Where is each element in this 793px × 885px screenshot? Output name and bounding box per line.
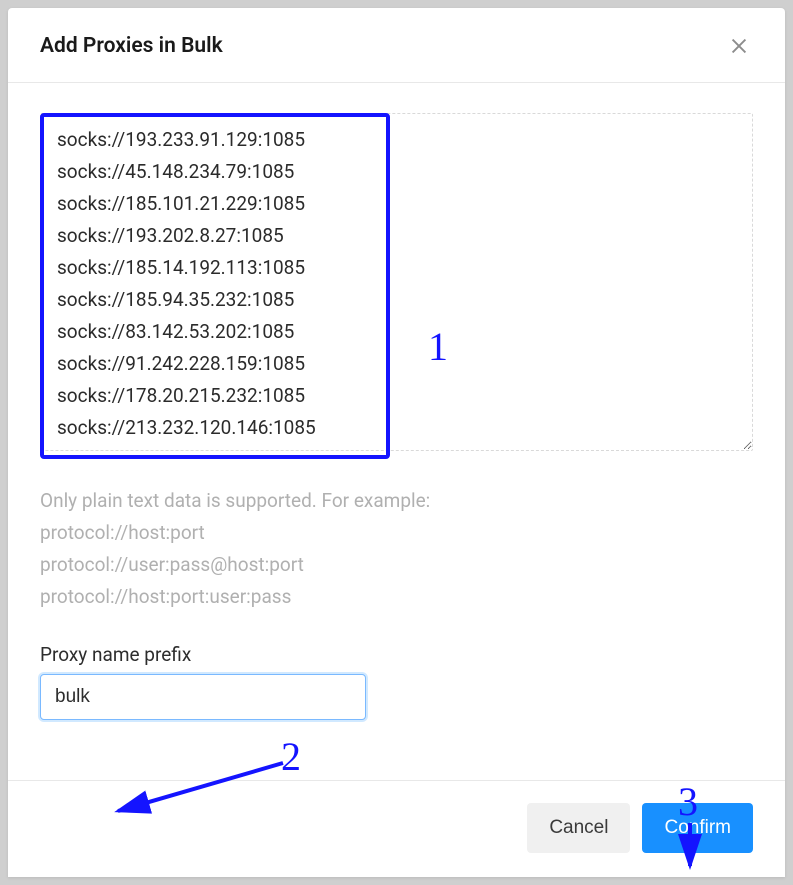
help-line: protocol://user:pass@host:port xyxy=(40,549,753,581)
close-button[interactable] xyxy=(725,32,753,60)
prefix-section: Proxy name prefix xyxy=(40,643,753,720)
modal-body: Only plain text data is supported. For e… xyxy=(8,83,785,780)
proxy-list-textarea[interactable] xyxy=(40,113,753,451)
help-line: protocol://host:port:user:pass xyxy=(40,581,753,613)
modal-footer: Cancel Confirm xyxy=(8,780,785,877)
help-line: Only plain text data is supported. For e… xyxy=(40,485,753,517)
annotation-number-2: 2 xyxy=(281,733,301,780)
modal-title: Add Proxies in Bulk xyxy=(40,34,223,58)
modal-dialog: Add Proxies in Bulk Only plain text data… xyxy=(8,8,785,877)
modal-header: Add Proxies in Bulk xyxy=(8,8,785,83)
prefix-input[interactable] xyxy=(40,674,366,720)
close-icon xyxy=(728,35,750,57)
confirm-button[interactable]: Confirm xyxy=(642,803,753,853)
prefix-label: Proxy name prefix xyxy=(40,643,753,666)
help-text-block: Only plain text data is supported. For e… xyxy=(40,485,753,613)
cancel-button[interactable]: Cancel xyxy=(527,803,630,853)
textarea-container xyxy=(40,113,753,455)
help-line: protocol://host:port xyxy=(40,517,753,549)
